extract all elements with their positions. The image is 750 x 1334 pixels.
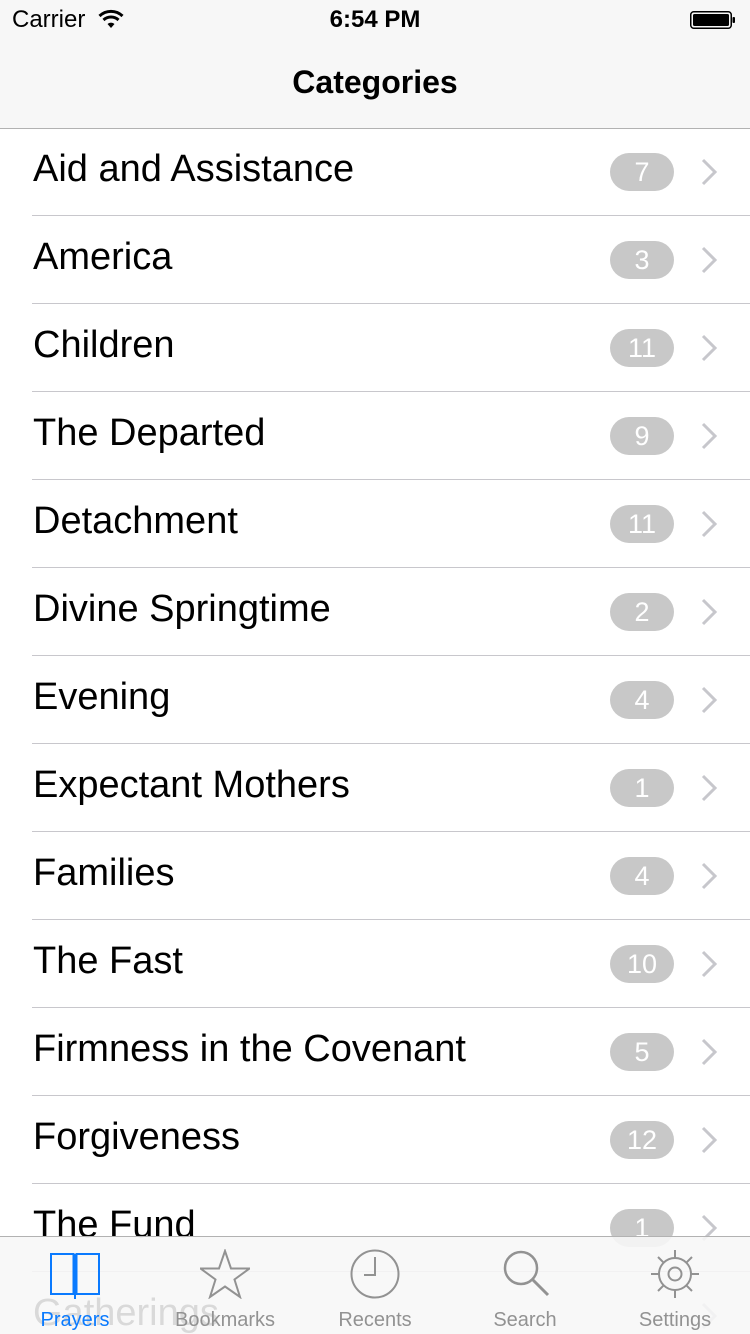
count-badge: 1 (610, 769, 674, 807)
tab-label: Search (493, 1309, 557, 1331)
tab-label: Settings (638, 1309, 712, 1331)
tab-search[interactable]: Search (450, 1237, 600, 1334)
count-badge: 3 (610, 241, 674, 279)
star-icon (200, 1249, 250, 1299)
battery-icon (690, 11, 735, 29)
category-label: The Fast (33, 940, 183, 982)
status-time: 6:54 PM (329, 6, 421, 33)
list-item[interactable]: Divine Springtime 2 (0, 568, 750, 656)
magnifier-icon (503, 1250, 550, 1297)
list-item[interactable]: Expectant Mothers 1 (0, 744, 750, 832)
tab-label: Prayers (40, 1309, 110, 1331)
screen: Carrier 6:54 PM Categories Aid and Assis… (0, 0, 750, 1334)
tab-label: Bookmarks (174, 1309, 276, 1331)
tab-prayers[interactable]: Prayers (0, 1237, 150, 1334)
chevron-right-icon (701, 158, 718, 186)
tab-bar: Prayers Bookmarks Recents Search Setting… (0, 1236, 750, 1334)
chevron-right-icon (701, 510, 718, 538)
count-badge: 5 (610, 1033, 674, 1071)
chevron-right-icon (701, 1126, 718, 1154)
count-badge: 4 (610, 681, 674, 719)
book-icon (50, 1253, 100, 1299)
chevron-right-icon (701, 598, 718, 626)
list-item[interactable]: Evening 4 (0, 656, 750, 744)
list-item[interactable]: The Departed 9 (0, 392, 750, 480)
category-label: The Departed (33, 412, 266, 454)
status-bar: Carrier 6:54 PM (0, 0, 750, 40)
category-list[interactable]: Aid and Assistance 7 America 3 Children 11 The… (0, 128, 750, 1334)
gear-icon (651, 1250, 699, 1298)
category-label: Divine Springtime (33, 588, 331, 630)
chevron-right-icon (701, 246, 718, 274)
category-label: Aid and Assistance (33, 148, 355, 190)
category-label: Families (33, 852, 175, 894)
count-badge: 11 (610, 505, 674, 543)
tab-label: Recents (338, 1309, 412, 1331)
list-item[interactable]: The Fast 10 (0, 920, 750, 1008)
count-badge: 7 (610, 153, 674, 191)
count-badge: 9 (610, 417, 674, 455)
navigation-bar: Carrier 6:54 PM Categories (0, 0, 750, 129)
list-item[interactable]: Firmness in the Covenant 5 (0, 1008, 750, 1096)
count-badge: 11 (610, 329, 674, 367)
tab-bookmarks[interactable]: Bookmarks (150, 1237, 300, 1334)
list-item[interactable]: Forgiveness 12 (0, 1096, 750, 1184)
category-label: Forgiveness (33, 1116, 240, 1158)
tab-recents[interactable]: Recents (300, 1237, 450, 1334)
count-badge: 4 (610, 857, 674, 895)
list-item[interactable]: Families 4 (0, 832, 750, 920)
count-badge: 10 (610, 945, 674, 983)
list-item[interactable]: Detachment 11 (0, 480, 750, 568)
category-label: Firmness in the Covenant (33, 1028, 466, 1070)
chevron-right-icon (701, 686, 718, 714)
list-item[interactable]: Aid and Assistance 7 (0, 128, 750, 216)
list-item[interactable]: America 3 (0, 216, 750, 304)
count-badge: 12 (610, 1121, 674, 1159)
chevron-right-icon (701, 1038, 718, 1066)
category-label: Evening (33, 676, 171, 718)
chevron-right-icon (701, 334, 718, 362)
chevron-right-icon (701, 950, 718, 978)
category-label: Detachment (33, 500, 238, 542)
list-item[interactable]: Children 11 (0, 304, 750, 392)
page-title: Categories (292, 64, 458, 100)
chevron-right-icon (701, 862, 718, 890)
chevron-right-icon (701, 422, 718, 450)
category-label: Expectant Mothers (33, 764, 350, 806)
chevron-right-icon (701, 774, 718, 802)
count-badge: 2 (610, 593, 674, 631)
category-label: Children (33, 324, 175, 366)
clock-icon (350, 1249, 400, 1299)
category-label: America (33, 236, 173, 278)
tab-settings[interactable]: Settings (600, 1237, 750, 1334)
